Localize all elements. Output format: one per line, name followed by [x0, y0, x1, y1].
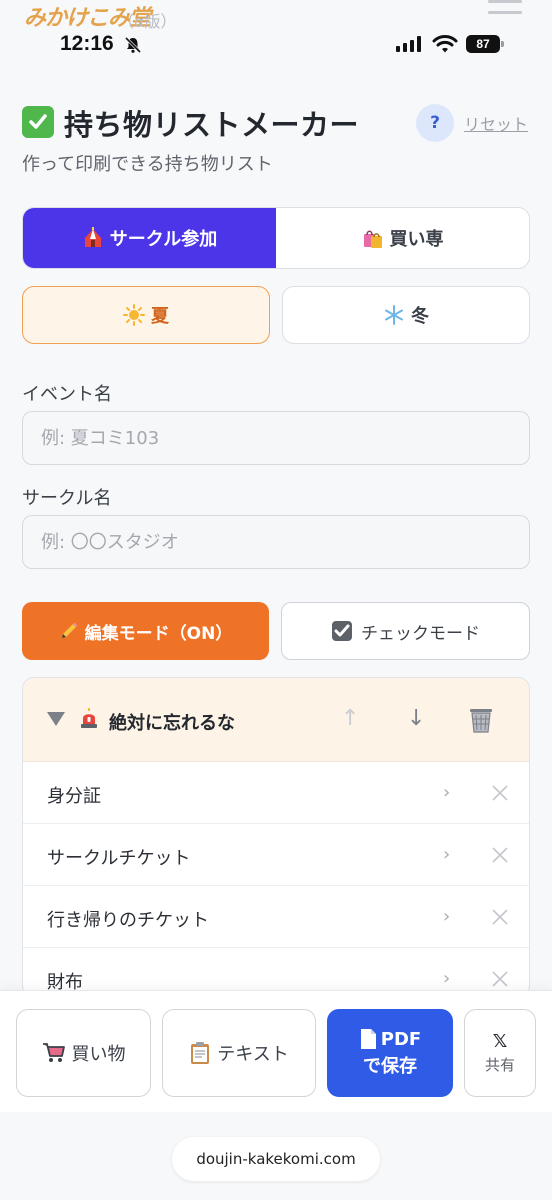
winter-button[interactable]: 冬 [282, 286, 530, 344]
status-bar: 12:16 87 [0, 30, 552, 60]
sun-icon [123, 304, 145, 326]
delete-icon[interactable] [491, 970, 509, 988]
trash-icon[interactable] [467, 704, 495, 734]
checkbox-icon [332, 621, 352, 641]
battery-tip [501, 41, 504, 47]
event-name-label: イベント名 [22, 384, 112, 405]
alpha-label: （α版） [118, 12, 177, 31]
circle-participation-button[interactable]: サークル参加 [23, 208, 276, 268]
list-item-label: サークルチケット [47, 848, 191, 869]
circle-name-label: サークル名 [22, 488, 112, 509]
text-export-label: テキスト [217, 1044, 289, 1065]
menu-icon[interactable] [488, 0, 522, 26]
category-title: 絶対に忘れるな [109, 713, 235, 734]
share-label: 共有 [484, 1056, 515, 1074]
wifi-icon [432, 35, 458, 53]
cell-signal-icon [396, 36, 421, 52]
list-item[interactable]: 行き帰りのチケット › [23, 886, 529, 948]
pdf-label: PDF [380, 1028, 422, 1050]
page-title: 持ち物リストメーカー [64, 108, 360, 142]
summer-label: 夏 [151, 306, 169, 327]
shopping-label: 買い物 [71, 1044, 126, 1065]
category-header[interactable]: 絶対に忘れるな ↑ ↓ [23, 678, 529, 762]
move-down-button[interactable]: ↓ [407, 706, 425, 731]
buyer-only-label: 買い専 [389, 229, 444, 250]
chevron-right-icon[interactable]: › [443, 844, 450, 865]
check-mode-button[interactable]: チェックモード [281, 602, 530, 660]
buyer-only-button[interactable]: 買い専 [276, 208, 529, 268]
document-icon [360, 1029, 376, 1049]
mode-toggle: 編集モード（ON） チェックモード [22, 602, 530, 660]
text-export-button[interactable]: テキスト [162, 1009, 316, 1097]
snowflake-icon [385, 305, 403, 325]
delete-icon[interactable] [491, 908, 509, 926]
save-label: で保存 [363, 1056, 417, 1077]
clipboard-icon [191, 1042, 210, 1064]
battery-indicator: 87 [466, 35, 500, 53]
chevron-right-icon[interactable]: › [443, 782, 450, 803]
circus-tent-icon [83, 227, 102, 247]
summer-button[interactable]: 夏 [22, 286, 270, 344]
check-mode-label: チェックモード [361, 623, 480, 644]
url-bar[interactable]: doujin-kakekomi.com [172, 1137, 380, 1181]
silent-bell-icon [124, 36, 142, 54]
edit-mode-label: 編集モード（ON） [84, 623, 233, 644]
list-item[interactable]: 身分証 › [23, 762, 529, 824]
chevron-right-icon[interactable]: › [443, 906, 450, 927]
shopping-button[interactable]: 買い物 [16, 1009, 151, 1097]
list-item[interactable]: サークルチケット › [23, 824, 529, 886]
save-pdf-button[interactable]: PDF で保存 [327, 1009, 453, 1097]
move-up-button[interactable]: ↑ [341, 706, 359, 731]
status-time: 12:16 [60, 32, 114, 55]
share-x-button[interactable]: 𝕏 共有 [464, 1009, 536, 1097]
bottom-action-bar: 買い物 テキスト PDF で保存 𝕏 共有 [0, 990, 552, 1112]
chevron-right-icon[interactable]: › [443, 968, 450, 989]
help-button[interactable]: ? [416, 104, 454, 142]
edit-mode-button[interactable]: 編集モード（ON） [22, 602, 269, 660]
shopping-cart-icon [42, 1043, 65, 1062]
check-mark-icon [22, 106, 54, 138]
pencil-icon [61, 622, 78, 638]
x-logo-icon: 𝕏 [492, 1031, 508, 1052]
category-card: 絶対に忘れるな ↑ ↓ 身分証 › サークルチケット › 行き帰りのチケット ›… [22, 677, 530, 997]
delete-icon[interactable] [491, 846, 509, 864]
title-row: 持ち物リストメーカー ? リセット [22, 100, 532, 144]
reset-link[interactable]: リセット [464, 111, 528, 135]
circle-participation-label: サークル参加 [109, 229, 218, 250]
participation-toggle: サークル参加 買い専 [22, 207, 530, 269]
list-item-label: 行き帰りのチケット [47, 910, 209, 931]
list-item-label: 身分証 [47, 786, 101, 807]
page-subtitle: 作って印刷できる持ち物リスト [22, 154, 273, 175]
delete-icon[interactable] [491, 784, 509, 802]
circle-name-input[interactable] [22, 515, 530, 569]
winter-label: 冬 [411, 306, 429, 327]
siren-icon [81, 708, 97, 728]
season-toggle: 夏 冬 [22, 286, 530, 344]
shopping-bags-icon [363, 230, 382, 248]
event-name-input[interactable] [22, 411, 530, 465]
collapse-triangle-icon[interactable] [47, 712, 65, 726]
browser-bar: doujin-kakekomi.com [0, 1112, 552, 1200]
